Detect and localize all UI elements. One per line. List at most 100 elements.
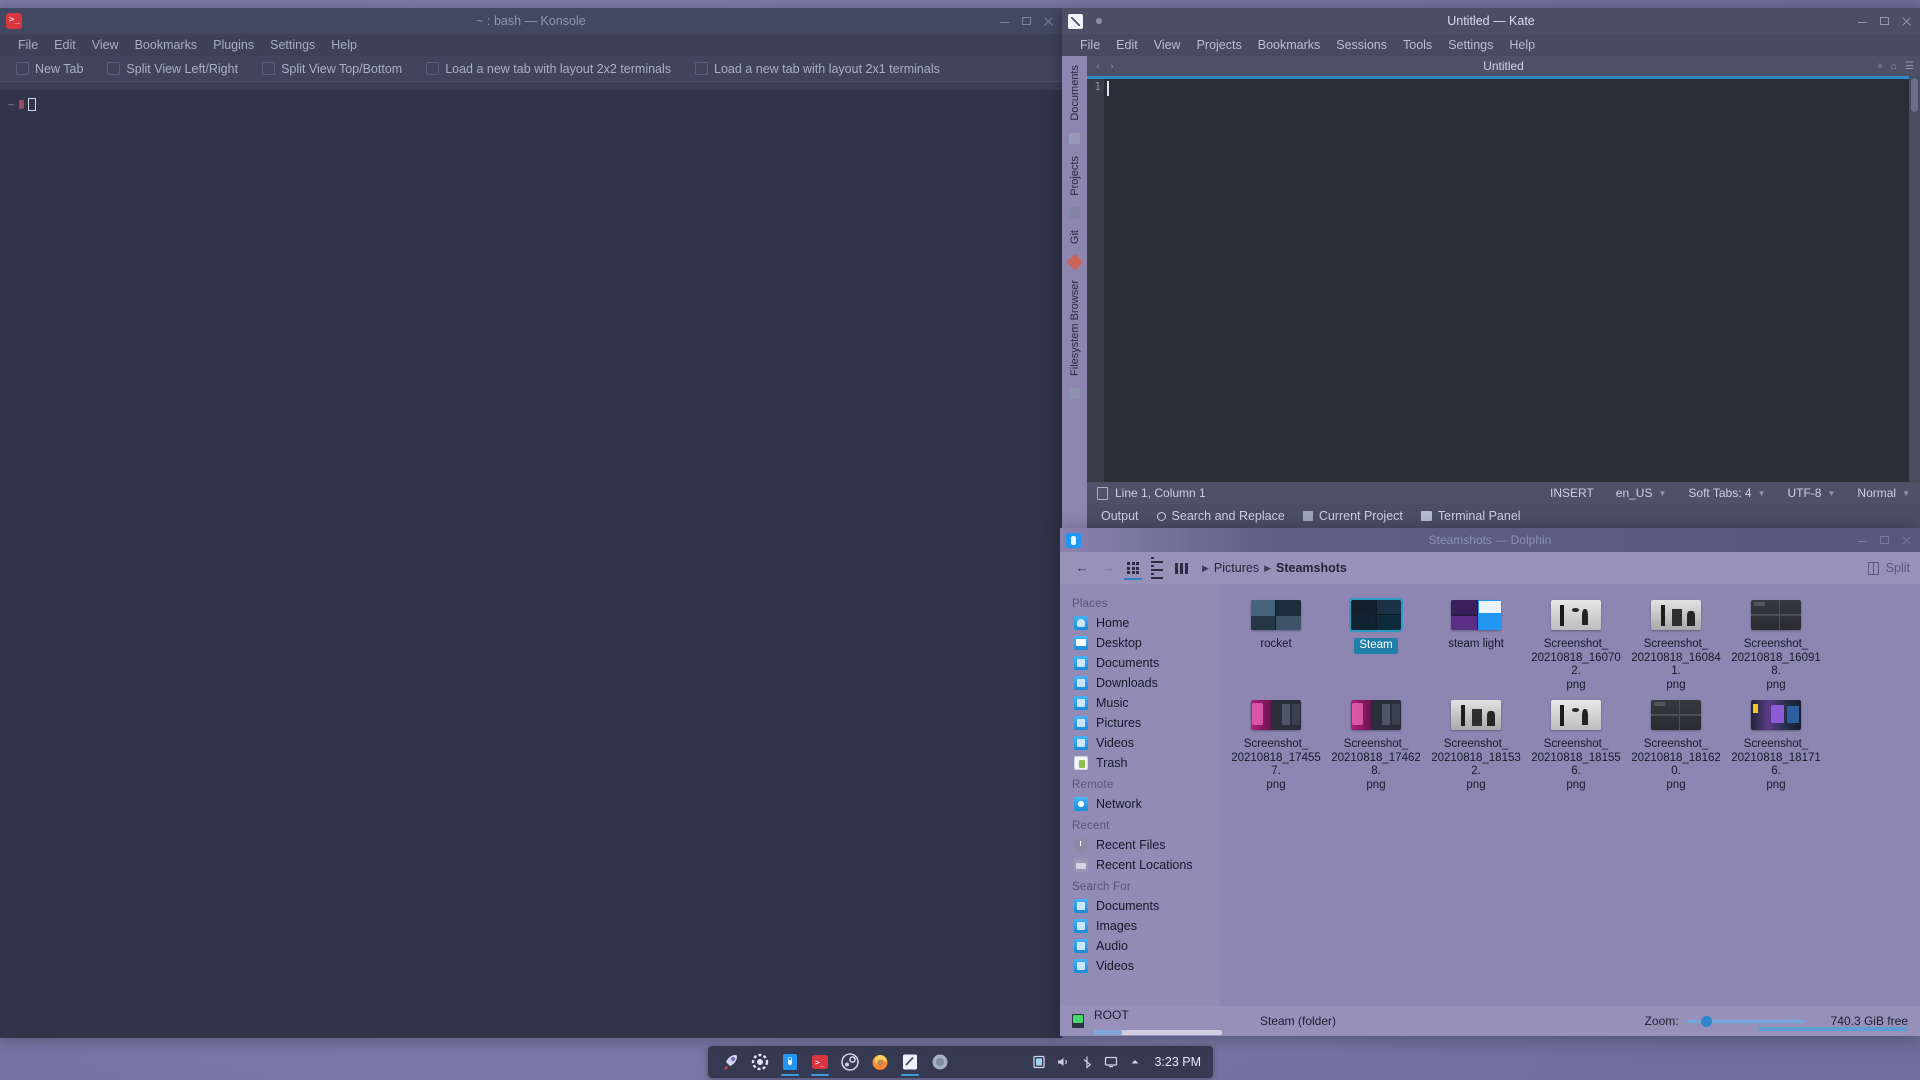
- kate-vertical-scrollbar[interactable]: [1909, 76, 1920, 482]
- kde-settings-icon[interactable]: [746, 1048, 774, 1076]
- file-item[interactable]: Screenshot_ 20210818_160702. png: [1526, 594, 1626, 694]
- place-home[interactable]: Home: [1060, 613, 1220, 633]
- language-selector[interactable]: en_US ▼: [1616, 486, 1667, 500]
- kate-menu-bookmarks[interactable]: Bookmarks: [1250, 36, 1329, 54]
- konsole-close-button[interactable]: [1043, 16, 1054, 27]
- dolphin-toolbar[interactable]: ← → ▶ Pictures ▶ Steamshots Split: [1060, 552, 1920, 584]
- kate-menu-settings[interactable]: Settings: [1440, 36, 1501, 54]
- konsole-toolbar[interactable]: New Tab Split View Left/Right Split View…: [0, 56, 1062, 82]
- terminal-panel-button[interactable]: Terminal Panel: [1420, 509, 1521, 523]
- breadcrumb[interactable]: ▶ Pictures ▶ Steamshots: [1202, 561, 1347, 575]
- back-button[interactable]: ←: [1070, 556, 1094, 580]
- konsole-menu-file[interactable]: File: [10, 36, 46, 54]
- konsole-menu-edit[interactable]: Edit: [46, 36, 84, 54]
- firefox-icon[interactable]: [866, 1048, 894, 1076]
- konsole-menu-plugins[interactable]: Plugins: [205, 36, 262, 54]
- dolphin-close-button[interactable]: [1901, 535, 1912, 546]
- browser-icon[interactable]: [926, 1048, 954, 1076]
- file-item[interactable]: Screenshot_ 20210818_181556. png: [1526, 694, 1626, 794]
- file-item[interactable]: Steam: [1326, 594, 1426, 694]
- system-tray[interactable]: 3:23 PM: [1032, 1055, 1205, 1070]
- kate-sidebar-item-filesystem-browser[interactable]: Filesystem Browser: [1069, 277, 1081, 379]
- show-hidden-icon[interactable]: [1128, 1055, 1143, 1070]
- tab-list-icon[interactable]: ☰: [1905, 61, 1914, 72]
- kate-sidebar[interactable]: Documents Projects Git Filesystem Browse…: [1062, 56, 1087, 528]
- kate-text-editor[interactable]: 1: [1087, 76, 1909, 482]
- kate-close-button[interactable]: [1901, 16, 1912, 27]
- place-downloads[interactable]: Downloads: [1060, 673, 1220, 693]
- tab-untitled[interactable]: Untitled: [1087, 59, 1920, 73]
- kate-titlebar[interactable]: Untitled — Kate: [1062, 8, 1920, 34]
- konsole-menubar[interactable]: File Edit View Bookmarks Plugins Setting…: [0, 34, 1062, 56]
- tab-close-icon[interactable]: ×: [1877, 61, 1883, 72]
- konsole-window[interactable]: >_ ~ : bash — Konsole File Edit View Boo…: [0, 8, 1062, 1038]
- place-search-images[interactable]: Images: [1060, 916, 1220, 936]
- kate-menu-projects[interactable]: Projects: [1189, 36, 1250, 54]
- terminal-output-area[interactable]: ~: [0, 90, 1062, 1038]
- kate-maximize-button[interactable]: [1879, 16, 1890, 27]
- dolphin-minimize-button[interactable]: [1857, 535, 1868, 546]
- place-recent-files[interactable]: Recent Files: [1060, 835, 1220, 855]
- place-pictures[interactable]: Pictures: [1060, 713, 1220, 733]
- clock[interactable]: 3:23 PM: [1154, 1055, 1201, 1069]
- file-item[interactable]: Screenshot_ 20210818_181532. png: [1426, 694, 1526, 794]
- kate-bottom-toolbar[interactable]: Output Search and Replace Current Projec…: [1087, 504, 1920, 528]
- split-button[interactable]: Split: [1867, 561, 1910, 575]
- file-item[interactable]: Screenshot_ 20210818_174557. png: [1226, 694, 1326, 794]
- display-icon[interactable]: [1104, 1055, 1119, 1070]
- dolphin-maximize-button[interactable]: [1879, 535, 1890, 546]
- kate-tabbar[interactable]: ‹ › Untitled × ⌂ ☰: [1087, 56, 1920, 76]
- search-and-replace-button[interactable]: Search and Replace: [1156, 509, 1285, 523]
- dolphin-titlebar[interactable]: Steamshots — Dolphin: [1060, 528, 1920, 552]
- file-item[interactable]: Screenshot_ 20210818_181716. png: [1726, 694, 1826, 794]
- forward-button[interactable]: →: [1096, 556, 1120, 580]
- place-documents[interactable]: Documents: [1060, 653, 1220, 673]
- file-item[interactable]: steam light: [1426, 594, 1526, 694]
- zoom-slider-handle[interactable]: [1700, 1015, 1712, 1027]
- file-item[interactable]: Screenshot_ 20210818_160841. png: [1626, 594, 1726, 694]
- konsole-icon[interactable]: >_: [806, 1048, 834, 1076]
- current-project-button[interactable]: Current Project: [1302, 509, 1403, 523]
- konsole-minimize-button[interactable]: [999, 16, 1010, 27]
- kate-menu-view[interactable]: View: [1146, 36, 1189, 54]
- kate-menu-tools[interactable]: Tools: [1395, 36, 1440, 54]
- places-panel[interactable]: Places Home Desktop Documents Downloads …: [1060, 584, 1220, 1006]
- dolphin-icon[interactable]: [776, 1048, 804, 1076]
- kate-sidebar-item-projects[interactable]: Projects: [1069, 153, 1081, 199]
- file-grid[interactable]: rocket Steam steam light Screenshot_ 2021081…: [1226, 594, 1920, 794]
- kate-sidebar-item-git[interactable]: Git: [1069, 227, 1081, 247]
- clipboard-icon[interactable]: [1032, 1055, 1047, 1070]
- output-panel-button[interactable]: Output: [1101, 509, 1139, 523]
- kate-menu-edit[interactable]: Edit: [1108, 36, 1146, 54]
- kate-sidebar-item-documents[interactable]: Documents: [1069, 62, 1081, 124]
- compact-view-button[interactable]: [1170, 556, 1192, 580]
- konsole-menu-view[interactable]: View: [84, 36, 127, 54]
- konsole-menu-help[interactable]: Help: [323, 36, 365, 54]
- details-view-button[interactable]: [1146, 556, 1168, 580]
- encoding-selector[interactable]: UTF-8 ▼: [1787, 486, 1835, 500]
- konsole-menu-settings[interactable]: Settings: [262, 36, 323, 54]
- kate-menu-file[interactable]: File: [1072, 36, 1108, 54]
- konsole-titlebar[interactable]: >_ ~ : bash — Konsole: [0, 8, 1062, 34]
- place-videos[interactable]: Videos: [1060, 733, 1220, 753]
- rocket-launcher-icon[interactable]: [716, 1048, 744, 1076]
- kate-menu-help[interactable]: Help: [1501, 36, 1543, 54]
- icons-view-button[interactable]: [1122, 556, 1144, 580]
- new-tab-button[interactable]: New Tab: [6, 60, 93, 78]
- place-search-audio[interactable]: Audio: [1060, 936, 1220, 956]
- file-item[interactable]: Screenshot_ 20210818_181620. png: [1626, 694, 1726, 794]
- kate-statusbar[interactable]: Line 1, Column 1 INSERT en_US ▼ Soft Tab…: [1087, 482, 1920, 504]
- highlight-mode-selector[interactable]: Normal ▼: [1857, 486, 1910, 500]
- file-item[interactable]: rocket: [1226, 594, 1326, 694]
- file-item[interactable]: Screenshot_ 20210818_160918. png: [1726, 594, 1826, 694]
- place-music[interactable]: Music: [1060, 693, 1220, 713]
- steam-icon[interactable]: [836, 1048, 864, 1076]
- breadcrumb-steamshots[interactable]: Steamshots: [1276, 561, 1347, 575]
- place-search-documents[interactable]: Documents: [1060, 896, 1220, 916]
- taskbar[interactable]: >_ 3:23 PM: [708, 1046, 1213, 1078]
- place-trash[interactable]: Trash: [1060, 753, 1220, 773]
- split-view-left-right-button[interactable]: Split View Left/Right: [97, 60, 248, 78]
- konsole-maximize-button[interactable]: [1021, 16, 1032, 27]
- kate-menubar[interactable]: File Edit View Projects Bookmarks Sessio…: [1062, 34, 1920, 56]
- volume-icon[interactable]: [1056, 1055, 1071, 1070]
